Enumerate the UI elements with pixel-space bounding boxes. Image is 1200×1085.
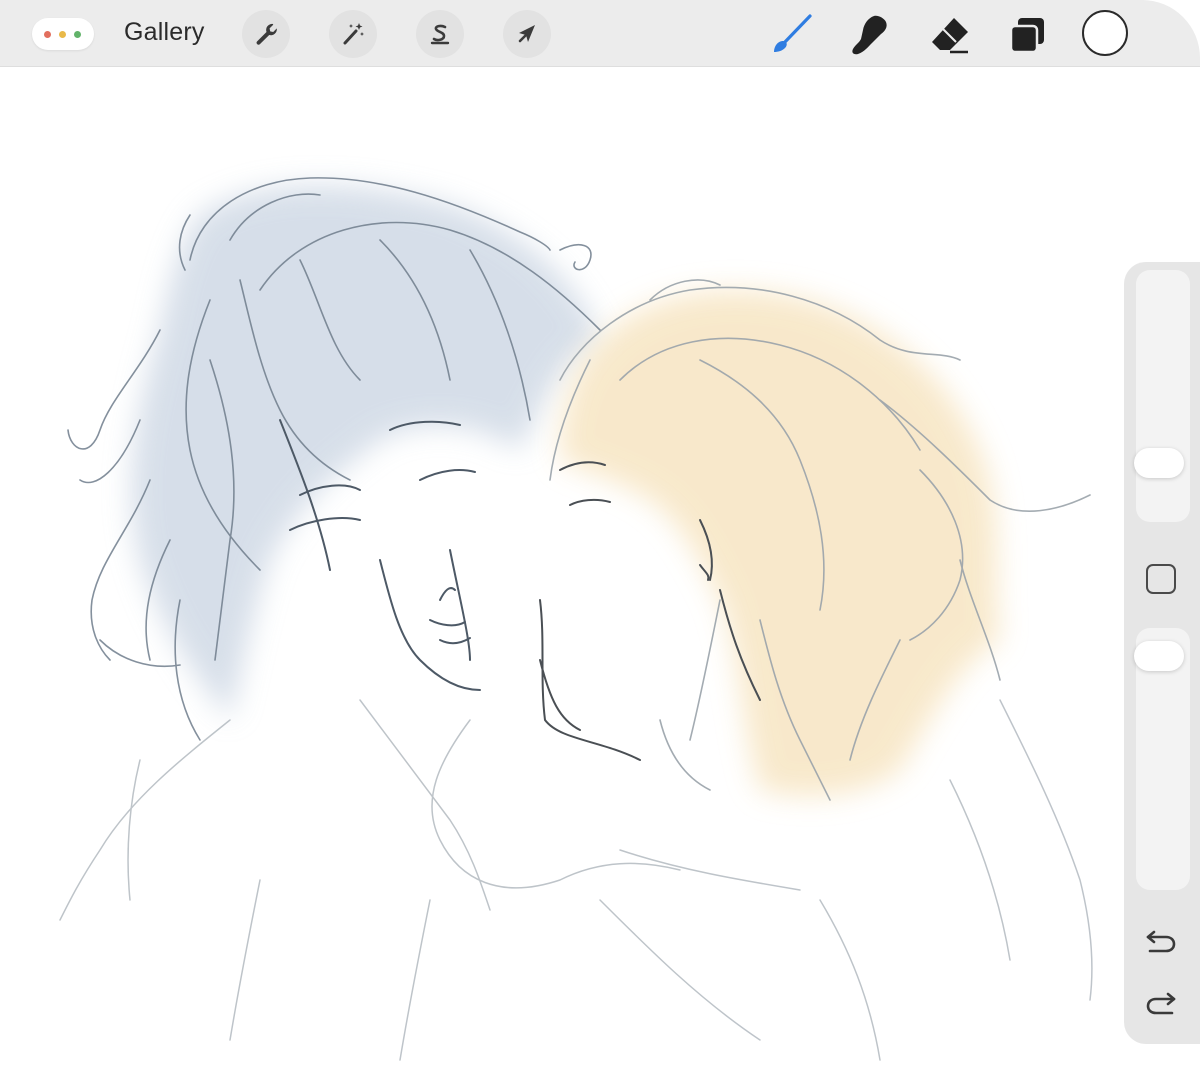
brush-icon [774,14,812,52]
adjustments-button[interactable] [329,10,377,58]
drawing-canvas[interactable] [0,67,1200,1085]
opacity-slider[interactable] [1134,628,1190,890]
transform-arrow-icon [518,25,535,43]
wrench-icon [256,23,277,45]
smudge-icon [852,15,887,55]
layers-button[interactable] [1006,12,1050,56]
color-picker-swatch[interactable] [1082,10,1128,56]
left-hair-fill [131,185,600,721]
more-options-button[interactable] [32,18,94,50]
transform-button[interactable] [503,10,551,58]
gallery-button[interactable]: Gallery [124,18,205,47]
brush-button[interactable] [770,12,814,56]
undo-button[interactable] [1142,922,1180,960]
actions-button[interactable] [242,10,290,58]
redo-icon [1146,992,1176,1015]
brush-size-thumb[interactable] [1134,448,1184,479]
artwork [59,177,1093,1061]
brush-size-slider[interactable] [1134,270,1190,522]
top-toolbar: Gallery [0,0,1200,67]
right-hair-fill [560,290,1000,796]
dot-green-icon [74,31,81,38]
eraser-button[interactable] [928,12,972,56]
dot-red-icon [44,31,51,38]
opacity-thumb[interactable] [1134,640,1184,671]
selection-button[interactable] [416,10,464,58]
dot-yellow-icon [59,31,66,38]
modify-button[interactable] [1146,564,1176,594]
magic-wand-icon [343,23,364,45]
smudge-button[interactable] [848,12,892,56]
redo-button[interactable] [1142,984,1180,1022]
eraser-icon [932,18,968,54]
layers-icon [1009,18,1044,54]
selection-icon [430,24,450,45]
undo-icon [1146,930,1176,953]
procreate-app: Gallery [0,0,1200,1085]
